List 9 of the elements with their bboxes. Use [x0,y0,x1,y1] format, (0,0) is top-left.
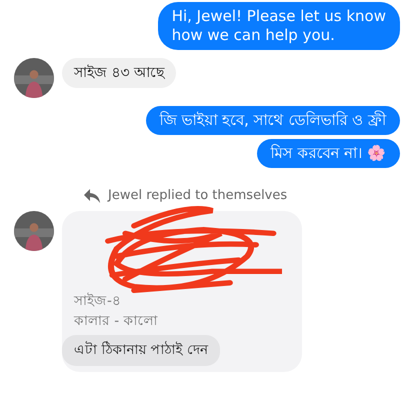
reply-label: Jewel replied to themselves [108,188,288,203]
message-line: কালার - কালো [74,312,159,331]
message-bubble: সাইজ ৪৩ আছে [62,58,176,88]
message-bubble: মিস করবেন না। 🌸 [256,139,400,168]
message-bubble: জি ভাইয়া হবে, সাথে ডেলিভারি ও ফ্রী [146,106,400,135]
message-line: সাইজ-৪ [74,292,122,311]
message-bubble: Hi, Jewel! Please let us know how we can help you. [158,2,400,50]
reply-icon [84,188,100,202]
message-bubble: এটা ঠিকানায় পাঠাই দেন [62,335,220,366]
